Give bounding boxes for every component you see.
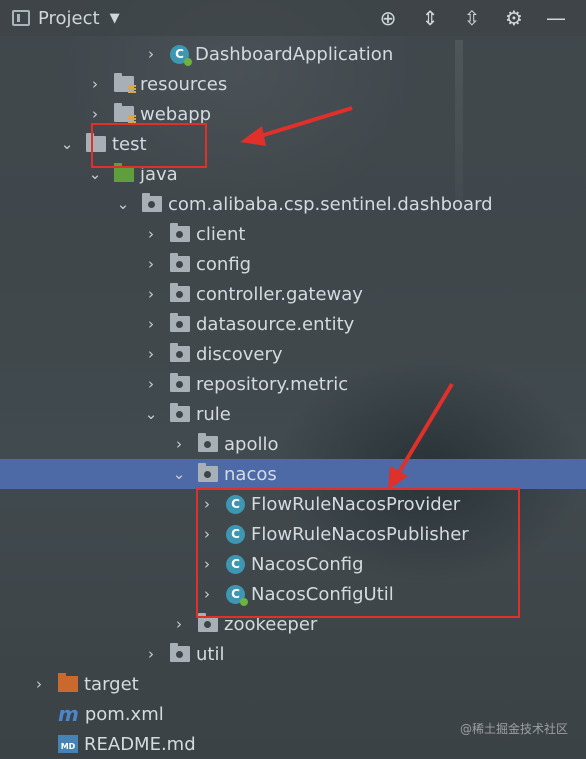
annotation-arrow-test <box>253 106 353 140</box>
annotation-arrowhead-nacos <box>388 466 408 490</box>
annotation-arrow-nacos <box>396 382 454 476</box>
watermark: @稀土掘金技术社区 <box>459 722 568 736</box>
annotation-arrows <box>240 106 454 490</box>
annotation-arrowhead-test <box>240 126 266 146</box>
